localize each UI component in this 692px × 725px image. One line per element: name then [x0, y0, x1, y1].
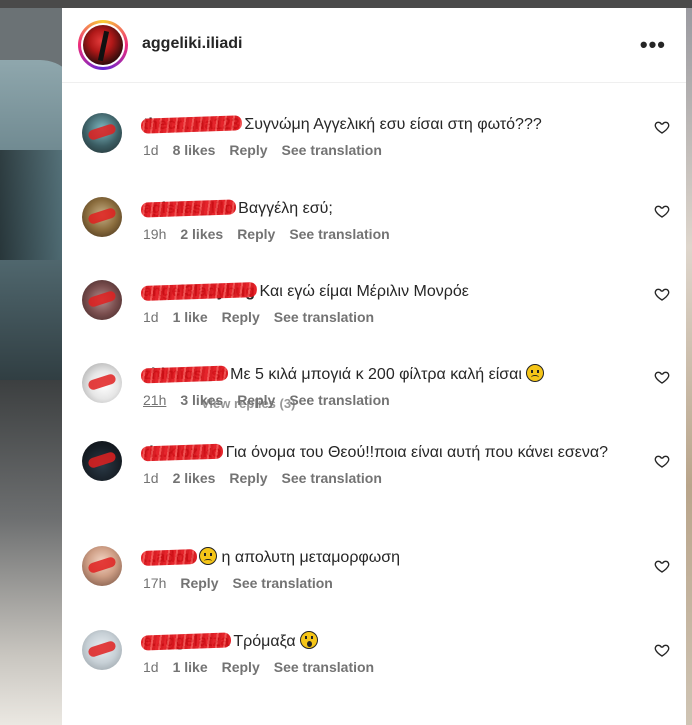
reply-button[interactable]: Reply: [229, 470, 267, 486]
see-translation-link[interactable]: See translation: [274, 309, 374, 325]
see-translation-link[interactable]: See translation: [282, 142, 382, 158]
reply-button[interactable]: Reply: [222, 659, 260, 675]
commenter-username[interactable]: thecr...na123: [143, 116, 240, 133]
commenter-username[interactable]: e...ggelatza: [143, 633, 229, 650]
likes-count[interactable]: 1 like: [173, 309, 208, 325]
commenter-username[interactable]: ri...kloz.ko: [143, 444, 221, 461]
likes-count[interactable]: 8 likes: [173, 142, 216, 158]
comment-text: Τρόμαξα: [233, 633, 296, 650]
commenter-avatar[interactable]: [82, 441, 122, 481]
comment-text: Για όνομα του Θεού!!ποια είναι αυτή που …: [225, 444, 609, 461]
comment-time: 1d: [143, 142, 159, 158]
like-heart-icon[interactable]: [654, 369, 670, 385]
comment-time: 1d: [143, 659, 159, 675]
like-heart-icon[interactable]: [654, 558, 670, 574]
background-shape: [0, 150, 62, 260]
likes-count[interactable]: 2 likes: [173, 470, 216, 486]
commenter-avatar[interactable]: [82, 280, 122, 320]
commenter-username[interactable]: zhimios_st: [143, 366, 226, 383]
commenter-username[interactable]: agisilas_lilo: [143, 200, 234, 217]
like-heart-icon[interactable]: [654, 453, 670, 469]
astonished-emoji-icon: [300, 631, 319, 649]
author-avatar: [83, 25, 123, 65]
commenter-avatar[interactable]: [82, 363, 122, 403]
like-heart-icon[interactable]: [654, 119, 670, 135]
author-username[interactable]: aggeliki.iliadi: [142, 35, 242, 53]
comment-text: Συγνώμη Αγγελική εσυ είσαι στη φωτό???: [244, 116, 542, 133]
like-heart-icon[interactable]: [654, 203, 670, 219]
comment-text: Και εγώ είμαι Μέριλιν Μονρόε: [259, 283, 469, 300]
commenter-avatar[interactable]: [82, 630, 122, 670]
view-replies-link[interactable]: View replies (3): [201, 396, 295, 411]
background-edge: [686, 8, 692, 725]
post-header: aggeliki.iliadi •••: [62, 8, 686, 83]
story-ring[interactable]: [78, 20, 128, 70]
like-heart-icon[interactable]: [654, 286, 670, 302]
comment-text: Βαγγέλη εσύ;: [238, 200, 333, 217]
likes-count[interactable]: 2 likes: [180, 226, 223, 242]
reply-button[interactable]: Reply: [229, 142, 267, 158]
see-translation-link[interactable]: See translation: [289, 226, 389, 242]
commenter-username[interactable]: angel3ladybug: [143, 283, 255, 300]
see-translation-link[interactable]: See translation: [274, 659, 374, 675]
comment-text: Με 5 κιλά μπογιά κ 200 φίλτρα καλή είσαι: [230, 366, 522, 383]
comment-text: η απολυτη μεταμορφωση: [221, 549, 401, 566]
reply-button[interactable]: Reply: [222, 309, 260, 325]
commenter-avatar[interactable]: [82, 546, 122, 586]
see-translation-link[interactable]: See translation: [232, 575, 332, 591]
commenter-avatar[interactable]: [82, 113, 122, 153]
window-top-strip: [0, 0, 692, 8]
commenter-username[interactable]: ...adou: [143, 549, 195, 566]
reply-button[interactable]: Reply: [180, 575, 218, 591]
comments-panel: aggeliki.iliadi ••• thecr...na123 Συγνώμ…: [62, 8, 686, 725]
comment-time: 17h: [143, 575, 167, 591]
like-heart-icon[interactable]: [654, 642, 670, 658]
see-translation-link[interactable]: See translation: [282, 470, 382, 486]
likes-count[interactable]: 1 like: [173, 659, 208, 675]
reply-button[interactable]: Reply: [237, 226, 275, 242]
comment-time: 19h: [143, 226, 167, 242]
more-options-icon[interactable]: •••: [640, 32, 666, 58]
comment-time: 21h: [143, 392, 167, 408]
crying-emoji-icon: [199, 547, 218, 565]
see-translation-link[interactable]: See translation: [289, 392, 389, 408]
frown-emoji-icon: [526, 364, 545, 382]
commenter-avatar[interactable]: [82, 197, 122, 237]
comment-time: 1d: [143, 309, 159, 325]
comment-time: 1d: [143, 470, 159, 486]
